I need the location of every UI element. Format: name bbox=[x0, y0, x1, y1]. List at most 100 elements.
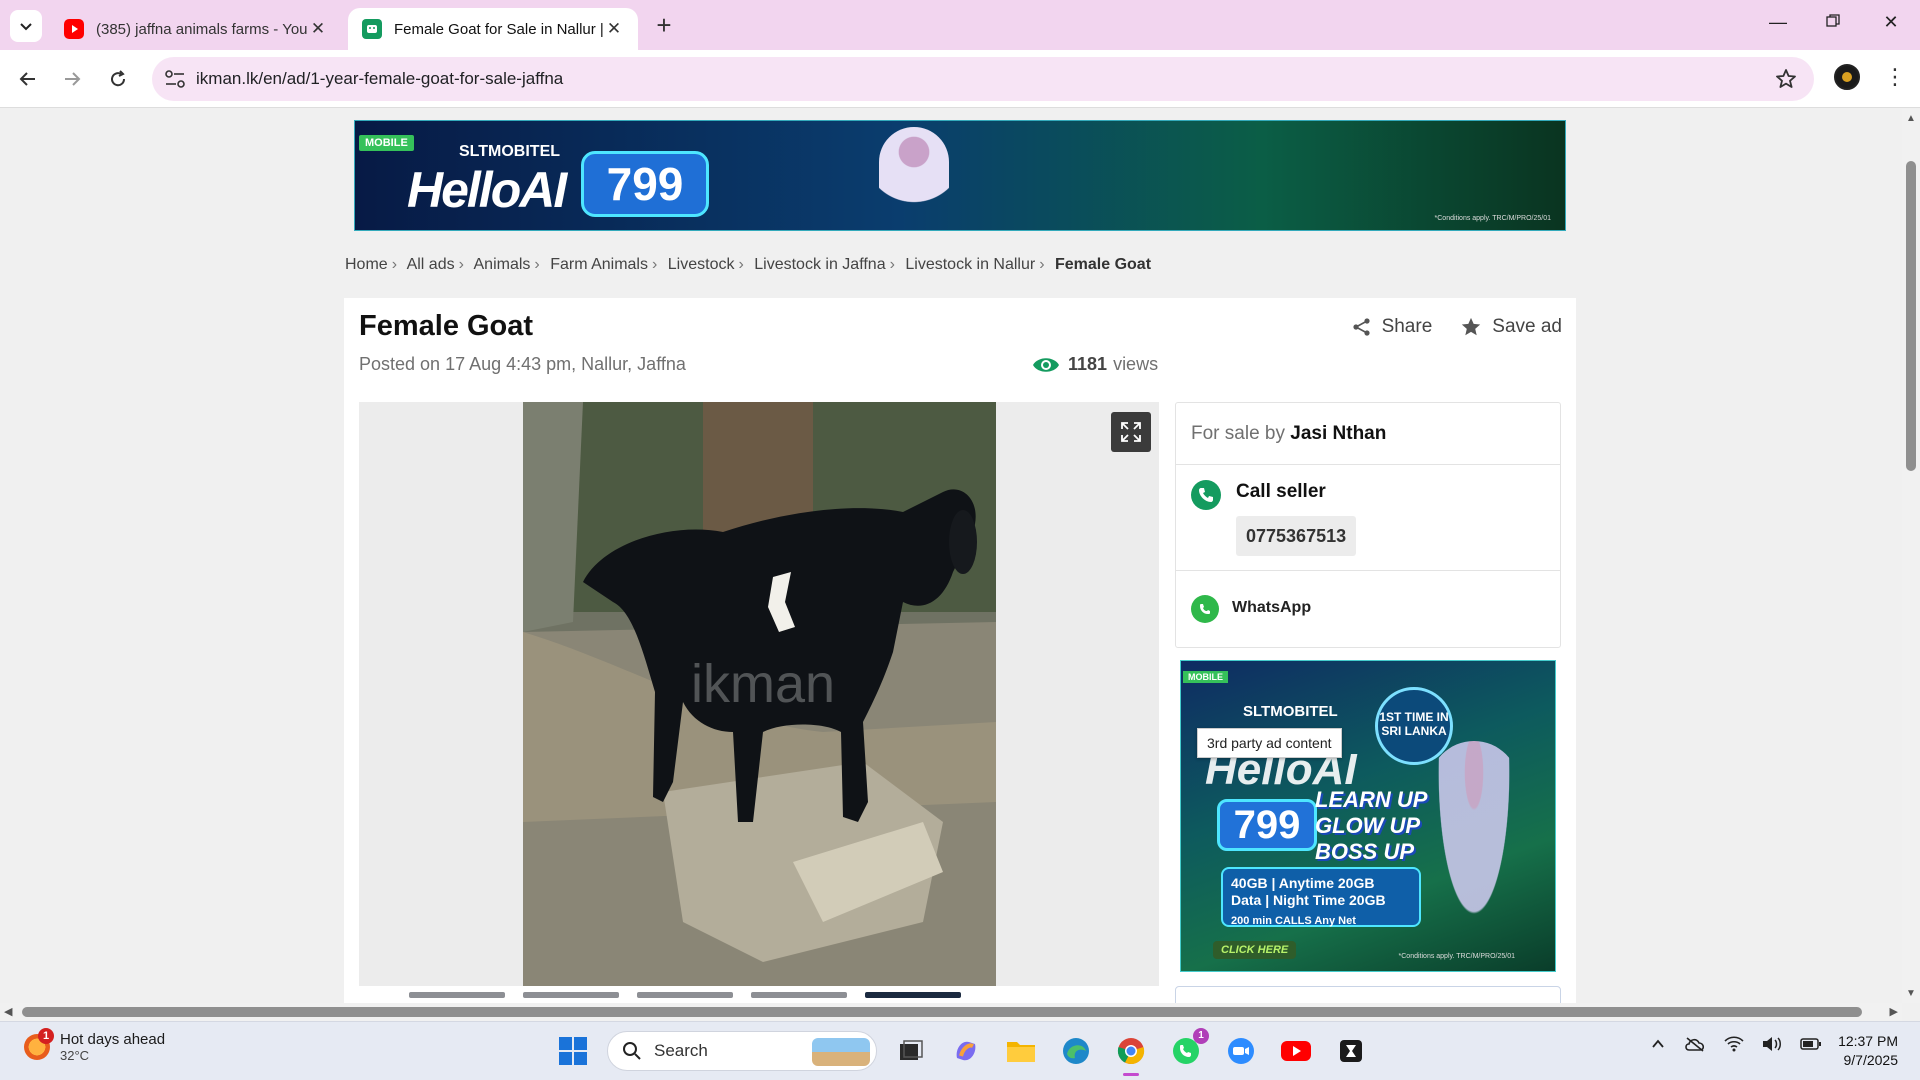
thumbnail-active[interactable] bbox=[865, 992, 961, 998]
breadcrumb-current: Female Goat bbox=[1054, 256, 1152, 273]
ad-brand: SLTMOBITEL bbox=[1243, 703, 1338, 720]
ad-badge: MOBILE bbox=[1183, 671, 1228, 683]
top-ad-banner[interactable]: MOBILE SLTMOBITEL HelloAI 799 *Condition… bbox=[354, 120, 1566, 231]
phone-number[interactable]: 0775367513 bbox=[1236, 516, 1357, 556]
ad-fine-print: *Conditions apply. TRC/M/PRO/25/01 bbox=[1398, 953, 1515, 960]
chrome-button[interactable] bbox=[1110, 1030, 1152, 1076]
eye-icon bbox=[1033, 357, 1059, 372]
breadcrumb-livestock-nallur[interactable]: Livestock in Nallur bbox=[905, 256, 1035, 273]
copilot-button[interactable] bbox=[945, 1030, 987, 1072]
scroll-thumb[interactable] bbox=[1906, 161, 1916, 471]
weather-temp: 32°C bbox=[60, 1048, 90, 1063]
volume-icon[interactable] bbox=[1762, 1036, 1782, 1057]
data-line: 40GB | Anytime 20GB bbox=[1231, 875, 1375, 891]
breadcrumb-all-ads[interactable]: All ads bbox=[407, 256, 455, 273]
profile-avatar[interactable] bbox=[1834, 64, 1860, 90]
views-label: views bbox=[1113, 354, 1159, 374]
thumbnail[interactable] bbox=[409, 992, 505, 998]
app-icon bbox=[1340, 1040, 1362, 1062]
thumbnail[interactable] bbox=[751, 992, 847, 998]
scroll-right-icon[interactable]: ▶ bbox=[1890, 1005, 1898, 1018]
breadcrumb-farm-animals[interactable]: Farm Animals bbox=[550, 256, 648, 273]
breadcrumb-livestock[interactable]: Livestock bbox=[668, 256, 735, 273]
clock[interactable]: 12:37 PM 9/7/2025 bbox=[1838, 1032, 1898, 1070]
seller-prefix: For sale by bbox=[1191, 423, 1285, 444]
slogan-line: BOSS UP bbox=[1315, 839, 1415, 864]
browser-menu-icon[interactable]: ⋮ bbox=[1884, 64, 1906, 90]
scroll-left-icon[interactable]: ◀ bbox=[4, 1005, 12, 1018]
close-tab-icon[interactable]: ✕ bbox=[604, 19, 624, 39]
wifi-icon[interactable] bbox=[1724, 1036, 1744, 1057]
chrome-icon bbox=[1117, 1038, 1145, 1065]
ad-fine-print: *Conditions apply. TRC/M/PRO/25/01 bbox=[1434, 215, 1551, 222]
back-button[interactable] bbox=[12, 63, 44, 95]
third-party-tooltip: 3rd party ad content bbox=[1197, 728, 1342, 758]
weather-widget[interactable]: 1 Hot days ahead 32°C bbox=[24, 1028, 165, 1063]
new-tab-button[interactable]: + bbox=[650, 12, 678, 40]
minimize-icon[interactable]: — bbox=[1763, 12, 1793, 38]
ad-badge: MOBILE bbox=[359, 135, 414, 151]
weather-icon: 1 bbox=[24, 1028, 54, 1060]
chevron-right-icon: › bbox=[889, 256, 895, 273]
breadcrumb-animals[interactable]: Animals bbox=[474, 256, 531, 273]
goat-image: ikman bbox=[523, 402, 996, 986]
reload-button[interactable] bbox=[102, 63, 134, 95]
youtube-taskbar-button[interactable] bbox=[1275, 1030, 1317, 1072]
start-button[interactable] bbox=[552, 1030, 594, 1072]
side-ad-banner[interactable]: MOBILE SLTMOBITEL 1ST TIME IN SRI LANKA … bbox=[1180, 660, 1556, 972]
file-explorer-button[interactable] bbox=[1000, 1030, 1042, 1072]
chevron-up-icon[interactable] bbox=[1650, 1036, 1666, 1057]
ikman-icon bbox=[362, 19, 382, 39]
tab-search-button[interactable] bbox=[10, 10, 42, 42]
breadcrumb-livestock-jaffna[interactable]: Livestock in Jaffna bbox=[754, 256, 885, 273]
url-text[interactable]: ikman.lk/en/ad/1-year-female-goat-for-sa… bbox=[196, 69, 563, 89]
edge-button[interactable] bbox=[1055, 1030, 1097, 1072]
close-window-icon[interactable]: ✕ bbox=[1876, 12, 1906, 38]
scroll-up-icon[interactable]: ▲ bbox=[1906, 113, 1916, 124]
search-icon bbox=[623, 1042, 641, 1060]
scroll-thumb[interactable] bbox=[22, 1007, 1862, 1017]
next-section-box bbox=[1175, 986, 1561, 1003]
battery-icon[interactable] bbox=[1800, 1037, 1822, 1056]
watermark: ikman bbox=[691, 654, 835, 714]
save-label: Save ad bbox=[1492, 316, 1562, 337]
forward-button[interactable] bbox=[56, 63, 88, 95]
edge-icon bbox=[1063, 1038, 1089, 1064]
thumbnail[interactable] bbox=[523, 992, 619, 998]
share-button[interactable]: Share bbox=[1352, 316, 1432, 338]
copilot-icon bbox=[956, 1041, 976, 1061]
task-view-icon bbox=[900, 1040, 923, 1060]
ad-cta-button[interactable]: CLICK HERE bbox=[1213, 941, 1297, 959]
task-view-button[interactable] bbox=[890, 1030, 932, 1072]
zoom-button[interactable] bbox=[1220, 1030, 1262, 1072]
bookmark-star-icon[interactable] bbox=[1774, 67, 1798, 91]
data-line: Data | Night Time 20GB bbox=[1231, 892, 1386, 908]
views-counter: 1181 views bbox=[1032, 354, 1158, 375]
taskbar-search[interactable]: Search bbox=[607, 1031, 877, 1071]
ad-title: Female Goat bbox=[359, 310, 534, 342]
breadcrumb-home[interactable]: Home bbox=[345, 256, 388, 273]
whatsapp-row[interactable]: WhatsApp bbox=[1176, 571, 1560, 649]
horizontal-scrollbar[interactable]: ◀ ▶ bbox=[0, 1003, 1902, 1021]
vertical-scrollbar[interactable]: ▲ ▼ bbox=[1902, 109, 1920, 1003]
tab-ikman[interactable]: Female Goat for Sale in Nallur | ✕ bbox=[348, 8, 638, 50]
close-tab-icon[interactable]: ✕ bbox=[308, 19, 328, 39]
restore-icon[interactable] bbox=[1818, 12, 1848, 38]
site-info-icon[interactable] bbox=[164, 69, 186, 89]
save-ad-button[interactable]: Save ad bbox=[1460, 316, 1562, 338]
thumbnail[interactable] bbox=[637, 992, 733, 998]
fullscreen-button[interactable] bbox=[1111, 412, 1151, 452]
address-bar[interactable]: ikman.lk/en/ad/1-year-female-goat-for-sa… bbox=[152, 57, 1814, 101]
whatsapp-taskbar-button[interactable]: 1 bbox=[1165, 1028, 1209, 1072]
call-seller-row[interactable]: Call seller 0775367513 bbox=[1176, 465, 1560, 571]
youtube-icon bbox=[64, 19, 84, 39]
seller-row: For sale by Jasi Nthan bbox=[1176, 403, 1560, 465]
onedrive-icon[interactable] bbox=[1684, 1036, 1706, 1057]
image-gallery[interactable]: ikman bbox=[359, 402, 1159, 986]
scroll-down-icon[interactable]: ▼ bbox=[1906, 988, 1916, 999]
seller-name[interactable]: Jasi Nthan bbox=[1290, 423, 1386, 444]
taskbar-apps: Search 1 bbox=[552, 1028, 1372, 1076]
goat-photo[interactable]: ikman bbox=[523, 402, 996, 986]
tab-youtube[interactable]: (385) jaffna animals farms - You ✕ bbox=[50, 8, 342, 50]
app-button[interactable] bbox=[1330, 1030, 1372, 1072]
